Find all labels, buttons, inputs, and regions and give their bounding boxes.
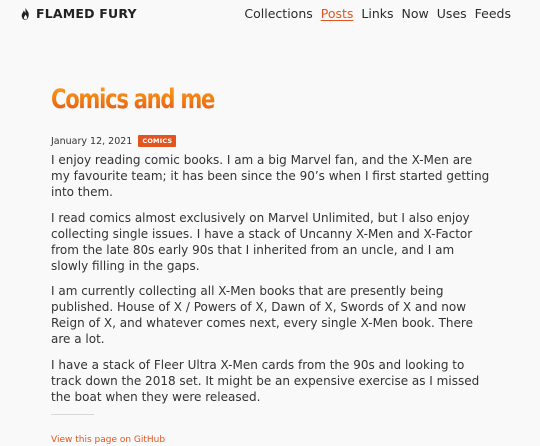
view-on-github-link[interactable]: View this page on GitHub — [51, 435, 165, 445]
nav-link-uses[interactable]: Uses — [437, 6, 467, 21]
post-meta: January 12, 2021 COMICS — [51, 135, 491, 147]
main-nav: Collections Posts Links Now Uses Feeds — [244, 6, 511, 21]
paragraph: I am currently collecting all X-Men book… — [51, 284, 473, 346]
paragraph: I enjoy reading comic books. I am a big … — [51, 153, 490, 199]
paragraph: I have a stack of Fleer Ultra X-Men card… — [51, 357, 480, 404]
paragraph: I read comics almost exclusively on Marv… — [51, 210, 473, 273]
brand-name: FLAMED FURY — [36, 6, 137, 21]
flame-icon — [19, 7, 32, 21]
top-navigation-bar: FLAMED FURY Collections Posts Links Now … — [0, 0, 540, 28]
tag-badge-comics[interactable]: COMICS — [138, 135, 177, 147]
nav-link-posts[interactable]: Posts — [321, 6, 354, 21]
divider — [51, 414, 94, 415]
post-date: January 12, 2021 — [51, 135, 133, 147]
post-body: I enjoy reading comic books. I am a big … — [51, 152, 491, 405]
page-title: Comics and me — [51, 86, 394, 113]
post-content: Comics and me January 12, 2021 COMICS I … — [51, 86, 491, 446]
nav-link-collections[interactable]: Collections — [244, 6, 312, 21]
nav-link-links[interactable]: Links — [361, 6, 393, 21]
nav-link-feeds[interactable]: Feeds — [475, 6, 511, 21]
brand-logo-link[interactable]: FLAMED FURY — [19, 6, 137, 21]
nav-link-now[interactable]: Now — [402, 6, 429, 21]
